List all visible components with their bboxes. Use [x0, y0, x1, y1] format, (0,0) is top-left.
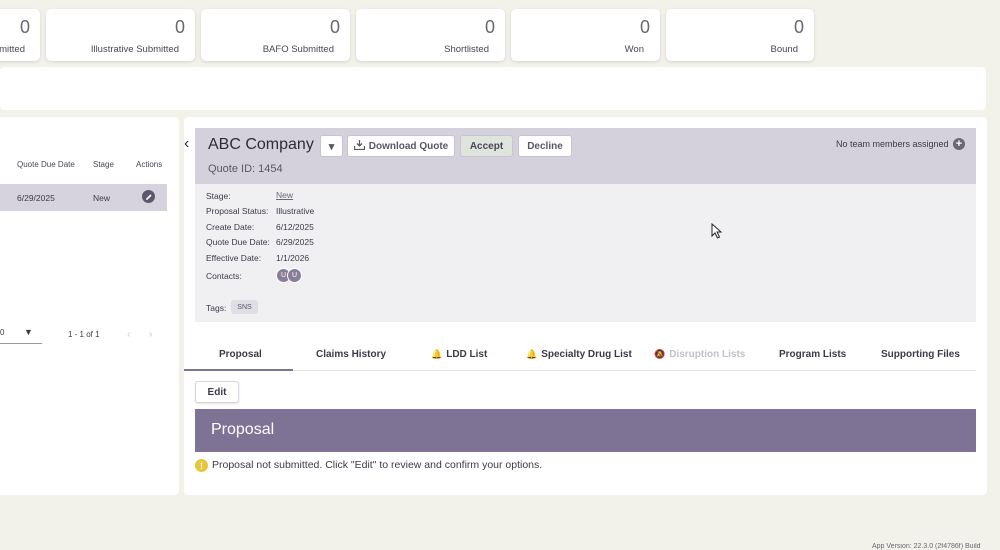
tab-label: Supporting Files [881, 349, 960, 360]
stat-label: BAFO Submitted [262, 44, 334, 55]
tab-disruption-lists: 🔕 Disruption Lists [654, 349, 745, 360]
effective-date-value: 1/1/2026 [276, 253, 310, 263]
stat-label: Won [624, 44, 644, 55]
stage-value[interactable]: New [276, 190, 293, 200]
tab-proposal[interactable]: Proposal [219, 349, 262, 360]
stat-card-submitted[interactable]: 0 mitted [0, 9, 40, 61]
stat-value: 0 [174, 17, 185, 37]
quote-list-panel [0, 117, 179, 495]
stat-value: 0 [329, 17, 340, 37]
download-quote-button[interactable]: Download Quote [347, 135, 455, 157]
quote-details-section [195, 184, 976, 322]
mouse-cursor-icon [711, 223, 723, 239]
rows-per-page-select[interactable]: 0 ▼ [0, 327, 42, 344]
tab-label: Program Lists [779, 349, 847, 360]
quote-id: Quote ID: 1454 [208, 163, 283, 175]
column-header-stage[interactable]: Stage [93, 160, 114, 169]
download-icon [353, 139, 365, 153]
column-header-quote-due-date[interactable]: Quote Due Date [17, 160, 75, 169]
chevron-down-icon: ▼ [24, 327, 33, 337]
decline-button[interactable]: Decline [518, 135, 572, 157]
tab-label: Proposal [219, 349, 262, 360]
stat-value: 0 [793, 17, 804, 37]
edit-label: Edit [207, 386, 227, 398]
stat-label: Bound [770, 44, 798, 55]
collapse-left-icon[interactable]: ‹ [184, 135, 189, 153]
effective-date-label: Effective Date: [206, 253, 262, 263]
active-tab-indicator [184, 369, 293, 371]
tab-claims-history[interactable]: Claims History [316, 349, 386, 360]
stat-card-shortlisted[interactable]: 0 Shortlisted [356, 9, 505, 61]
create-date-label: Create Date: [206, 222, 255, 232]
tab-specialty-drug-list[interactable]: 🔔 Specialty Drug List [526, 349, 632, 360]
add-team-member-icon[interactable]: + [953, 138, 965, 150]
create-date-value: 6/12/2025 [276, 222, 314, 232]
proposal-status-value: Illustrative [276, 206, 315, 216]
tab-ldd-list[interactable]: 🔔 LDD List [431, 349, 487, 360]
download-quote-label: Download Quote [368, 140, 449, 152]
contacts-label: Contacts: [206, 271, 242, 281]
stage-label: Stage: [206, 191, 231, 201]
pagination-range: 1 - 1 of 1 [68, 330, 100, 339]
tab-label: LDD List [446, 349, 488, 360]
company-name: ABC Company [208, 136, 314, 153]
next-page-button[interactable]: › [149, 329, 152, 340]
stat-card-illustrative-submitted[interactable]: 0 Illustrative Submitted [46, 9, 195, 61]
info-icon: ! [195, 459, 208, 472]
stat-label: mitted [0, 44, 25, 55]
edit-button[interactable]: Edit [195, 381, 239, 403]
tab-label: Specialty Drug List [541, 349, 632, 360]
accept-button[interactable]: Accept [460, 135, 513, 157]
column-header-actions: Actions [136, 160, 163, 169]
tab-supporting-files[interactable]: Supporting Files [881, 349, 960, 360]
stat-value: 0 [484, 17, 495, 37]
tag-chip: SNS [231, 300, 258, 314]
avatar[interactable]: U [287, 268, 302, 283]
accept-label: Accept [469, 140, 504, 152]
decline-label: Decline [527, 140, 563, 152]
stat-card-bound[interactable]: 0 Bound [666, 9, 814, 61]
stat-value: 0 [19, 17, 30, 37]
quote-actions-dropdown-button[interactable]: ▾ [320, 135, 343, 157]
stat-card-won[interactable]: 0 Won [511, 9, 660, 61]
tab-divider [184, 370, 976, 371]
tab-program-lists[interactable]: Program Lists [779, 349, 846, 360]
bell-off-icon: 🔕 [654, 349, 666, 359]
proposal-status-label: Proposal Status: [206, 206, 269, 216]
quote-due-date-label: Quote Due Date: [206, 237, 270, 247]
stat-value: 0 [639, 17, 650, 37]
proposal-title: Proposal [211, 421, 275, 438]
stat-card-bafo-submitted[interactable]: 0 BAFO Submitted [201, 9, 350, 61]
pencil-icon[interactable] [142, 190, 155, 203]
row-stage: New [93, 193, 111, 203]
app-version: App Version: 22.3.0 (2f4786f) Build [872, 543, 981, 550]
rows-per-page-value: 0 [0, 328, 5, 337]
bell-icon: 🔔 [526, 349, 538, 359]
proposal-status-message: Proposal not submitted. Click "Edit" to … [212, 459, 543, 471]
chevron-down-icon: ▾ [328, 140, 335, 153]
stat-label: Illustrative Submitted [90, 44, 179, 55]
row-quote-due-date: 6/29/2025 [17, 193, 55, 203]
tab-label: Disruption Lists [669, 349, 746, 360]
filter-bar [0, 67, 986, 110]
quote-due-date-value: 6/29/2025 [276, 237, 314, 247]
tags-label: Tags: [206, 303, 227, 313]
tab-label: Claims History [316, 349, 387, 360]
prev-page-button[interactable]: ‹ [127, 329, 130, 340]
proposal-section-header [195, 409, 976, 452]
team-members-status: No team members assigned [836, 139, 949, 149]
bell-icon: 🔔 [431, 349, 443, 359]
stat-label: Shortlisted [444, 44, 489, 55]
